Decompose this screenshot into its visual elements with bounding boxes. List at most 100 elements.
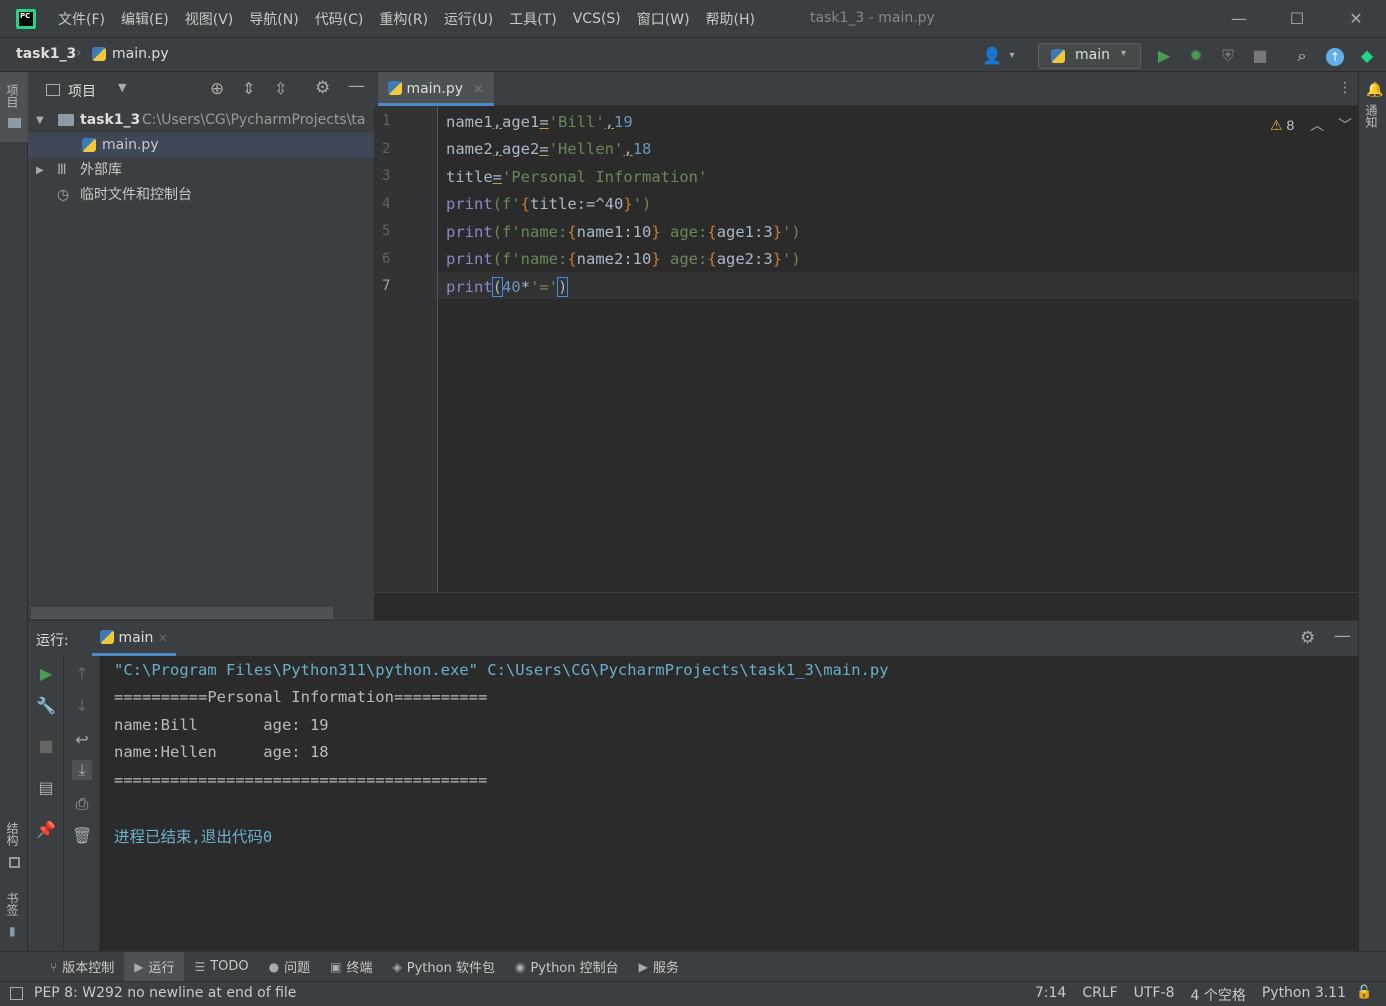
close-tab-icon[interactable]: ✕ [474, 82, 484, 96]
hide-icon[interactable]: — [348, 76, 365, 96]
console-output-line: name:Bill age: 19 [114, 716, 329, 734]
code-line-7: print(40*'=') [446, 277, 569, 297]
tool-terminal[interactable]: ▣ 终端 [320, 952, 382, 982]
tool-python-console[interactable]: ◉ Python 控制台 [505, 952, 629, 982]
maximize-icon[interactable]: ☐ [1286, 8, 1308, 30]
expand-all-icon[interactable]: ⇕ [242, 79, 255, 98]
pin-icon[interactable]: 📌 [36, 820, 56, 840]
tool-todo[interactable]: ☰ TODO [184, 952, 258, 982]
tool-python-packages[interactable]: ◈ Python 软件包 [383, 952, 505, 982]
menu-code[interactable]: 代码(C) [307, 9, 372, 29]
lock-icon[interactable]: 🔓 [1356, 985, 1372, 1000]
code-line-4: print(f'{title:=^40}') [446, 195, 652, 213]
inspection-widget[interactable]: ⚠ 8 ︿ ﹀ [1270, 115, 1352, 135]
toggle-panels-icon[interactable] [10, 987, 23, 1000]
trash-icon[interactable]: 🗑 [72, 826, 92, 846]
gear-icon[interactable]: ⚙ [315, 78, 330, 98]
tab-project[interactable]: 项目 [4, 84, 21, 108]
code-editor[interactable]: 1 2 3 4 5 6 7 name1,age1='Bill',19 name2… [374, 106, 1358, 592]
breadcrumb-file[interactable]: main.py [112, 46, 169, 62]
tree-scratches-label: 临时文件和控制台 [80, 187, 192, 203]
menu-window[interactable]: 窗口(W) [629, 9, 698, 29]
code-line-2: name2,age2='Hellen',18 [446, 140, 652, 158]
arrow-up-icon[interactable]: ↑ [72, 664, 92, 684]
tree-item-scratches[interactable]: ◷ 临时文件和控制台 [28, 183, 374, 208]
run-panel-label: 运行: [36, 633, 69, 649]
tab-bookmarks[interactable]: 书签 [4, 892, 21, 916]
collapse-all-icon[interactable]: ⇳ [274, 79, 287, 98]
warning-icon: ⚠ [1270, 117, 1283, 133]
rerun-icon[interactable]: ▶ [36, 664, 56, 684]
update-icon[interactable]: ↑ [1325, 46, 1345, 66]
run-icon[interactable]: ▶ [1154, 46, 1174, 66]
line-number: 5 [382, 223, 391, 239]
soft-wrap-icon[interactable]: ↩ [72, 730, 92, 750]
close-icon[interactable]: ✕ [1345, 8, 1367, 30]
layers-icon: ◈ [392, 959, 402, 974]
project-panel-title[interactable]: 项目 [68, 81, 96, 101]
status-indent[interactable]: 4 个空格 [1190, 985, 1245, 1005]
line-number: 4 [382, 196, 391, 212]
locate-icon[interactable]: ⊕ [210, 79, 224, 99]
user-icon[interactable]: 👤 [982, 46, 1002, 66]
navigation-bar: task1_3 › main.py 👤 ▾ main ▾ ▶ ✹ ⛨ ■ ⌕ ↑… [0, 38, 1386, 72]
tab-notifications[interactable]: 通知 [1363, 104, 1380, 128]
tab-structure[interactable]: 结构 [4, 822, 21, 846]
debug-icon[interactable]: ✹ [1186, 46, 1206, 66]
stop-icon[interactable]: ■ [1250, 46, 1270, 66]
search-icon[interactable]: ⌕ [1292, 46, 1312, 66]
breadcrumb-project[interactable]: task1_3 [16, 46, 76, 62]
menu-help[interactable]: 帮助(H) [698, 9, 763, 29]
stop-icon[interactable]: ■ [36, 736, 56, 756]
chevron-up-icon[interactable]: ︿ [1310, 117, 1324, 133]
tool-run[interactable]: ▶ 运行 [124, 951, 185, 982]
horizontal-scrollbar[interactable] [31, 607, 333, 619]
menu-edit[interactable]: 编辑(E) [113, 9, 177, 29]
scroll-to-end-icon[interactable]: ⤓ [72, 760, 92, 780]
tree-external-libs-label: 外部库 [80, 162, 122, 178]
coverage-icon[interactable]: ⛨ [1218, 46, 1238, 66]
more-icon[interactable]: ⋮ [1338, 80, 1352, 96]
breadcrumb-separator-icon: › [76, 45, 82, 61]
status-line-separator[interactable]: CRLF [1082, 985, 1117, 1005]
run-panel-header: 运行: main ✕ ⚙ — [28, 621, 1358, 656]
status-bar: PEP 8: W292 no newline at end of file 7:… [0, 981, 1386, 1006]
run-config-selector[interactable]: main ▾ [1038, 43, 1141, 69]
status-encoding[interactable]: UTF-8 [1134, 985, 1175, 1005]
menu-navigate[interactable]: 导航(N) [241, 9, 306, 29]
run-tab-main[interactable]: main ✕ [92, 621, 176, 656]
tree-root-path: C:\Users\CG\PycharmProjects\ta [142, 112, 366, 128]
hide-icon[interactable]: — [1334, 626, 1351, 646]
chevron-down-icon[interactable]: ▼ [118, 81, 126, 94]
minimize-icon[interactable]: — [1228, 8, 1250, 30]
arrow-down-icon[interactable]: ↓ [72, 696, 92, 716]
code-line-5: print(f'name:{name1:10} age:{age1:3}') [446, 223, 801, 241]
tree-item-root[interactable]: ▼ task1_3 C:\Users\CG\PycharmProjects\ta [28, 108, 374, 133]
chevron-down-icon[interactable]: ﹀ [1338, 117, 1352, 133]
tree-item-external-libraries[interactable]: ▶ Ⅲ 外部库 [28, 158, 374, 183]
menu-view[interactable]: 视图(V) [177, 9, 242, 29]
tab-main-py[interactable]: main.py ✕ [378, 72, 494, 106]
jetbrains-icon[interactable]: ◆ [1357, 46, 1377, 66]
chevron-down-icon[interactable]: ▾ [1002, 46, 1022, 66]
status-caret-position[interactable]: 7:14 [1035, 985, 1066, 1005]
scratches-icon: ◷ [57, 187, 70, 203]
tool-problems[interactable]: ● 问题 [259, 952, 321, 982]
wrench-icon[interactable]: 🔧 [36, 696, 56, 716]
gear-icon[interactable]: ⚙ [1300, 628, 1315, 648]
menu-file[interactable]: 文件(F) [50, 9, 113, 29]
python-file-icon [82, 134, 96, 158]
menu-vcs[interactable]: VCS(S) [565, 11, 629, 27]
print-icon[interactable]: ⎙ [72, 794, 92, 814]
close-tab-icon[interactable]: ✕ [158, 631, 168, 645]
menu-refactor[interactable]: 重构(R) [371, 9, 436, 29]
tool-vcs[interactable]: ⑂ 版本控制 [40, 952, 124, 982]
line-number: 1 [382, 113, 391, 129]
tree-item-main-py[interactable]: main.py [28, 133, 374, 158]
status-interpreter[interactable]: Python 3.11 [1262, 985, 1346, 1005]
tool-services[interactable]: ▶ 服务 [629, 952, 689, 982]
tree-root-name: task1_3 [80, 112, 141, 128]
layout-icon[interactable]: ▤ [36, 778, 56, 798]
menu-run[interactable]: 运行(U) [436, 9, 501, 29]
menu-tools[interactable]: 工具(T) [501, 9, 564, 29]
